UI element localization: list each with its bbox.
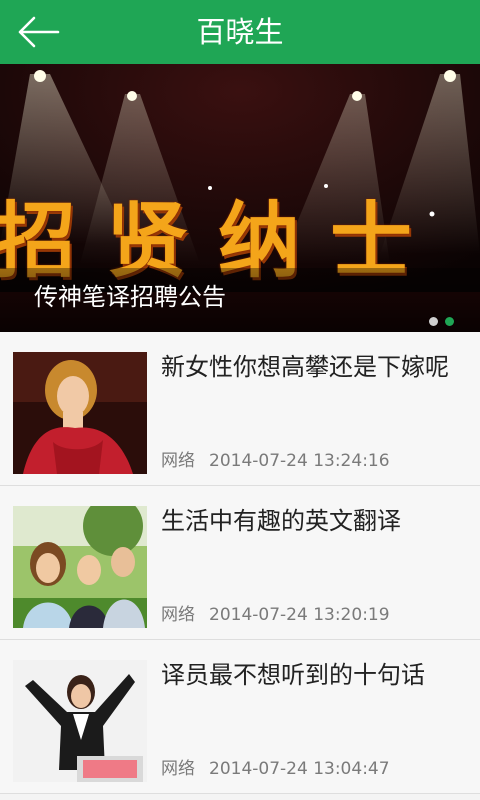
article-thumbnail — [13, 352, 147, 474]
top-bar: 百晓生 — [0, 0, 480, 64]
article-meta: 网络 2014-07-24 13:24:16 — [161, 450, 390, 472]
article-source: 网络 — [161, 759, 195, 779]
article-list: 新女性你想高攀还是下嫁呢 网络 2014-07-24 13:24:16 生活中有趣… — [0, 332, 480, 794]
article-title: 新女性你想高攀还是下嫁呢 — [161, 353, 449, 381]
article-time: 2014-07-24 13:04:47 — [209, 759, 390, 779]
banner-caption-bar: 传神笔译招聘公告 — [0, 268, 480, 332]
article-source: 网络 — [161, 605, 195, 625]
banner-carousel[interactable]: 招贤纳士 传神笔译招聘公告 — [0, 64, 480, 332]
carousel-dot[interactable] — [429, 317, 438, 326]
list-item[interactable]: 生活中有趣的英文翻译 网络 2014-07-24 13:20:19 — [0, 486, 480, 640]
list-item[interactable]: 译员最不想听到的十句话 网络 2014-07-24 13:04:47 — [0, 640, 480, 794]
list-item[interactable]: 新女性你想高攀还是下嫁呢 网络 2014-07-24 13:24:16 — [0, 332, 480, 486]
carousel-dot-active[interactable] — [445, 317, 454, 326]
article-time: 2014-07-24 13:20:19 — [209, 605, 390, 625]
article-title: 生活中有趣的英文翻译 — [161, 507, 401, 535]
article-title: 译员最不想听到的十句话 — [161, 661, 425, 689]
banner-caption: 传神笔译招聘公告 — [34, 283, 226, 311]
carousel-indicator — [429, 317, 454, 326]
article-meta: 网络 2014-07-24 13:04:47 — [161, 758, 390, 780]
article-thumbnail — [13, 506, 147, 628]
article-source: 网络 — [161, 451, 195, 471]
article-time: 2014-07-24 13:24:16 — [209, 451, 390, 471]
article-meta: 网络 2014-07-24 13:20:19 — [161, 604, 390, 626]
page-title: 百晓生 — [196, 15, 284, 49]
article-thumbnail — [13, 660, 147, 782]
